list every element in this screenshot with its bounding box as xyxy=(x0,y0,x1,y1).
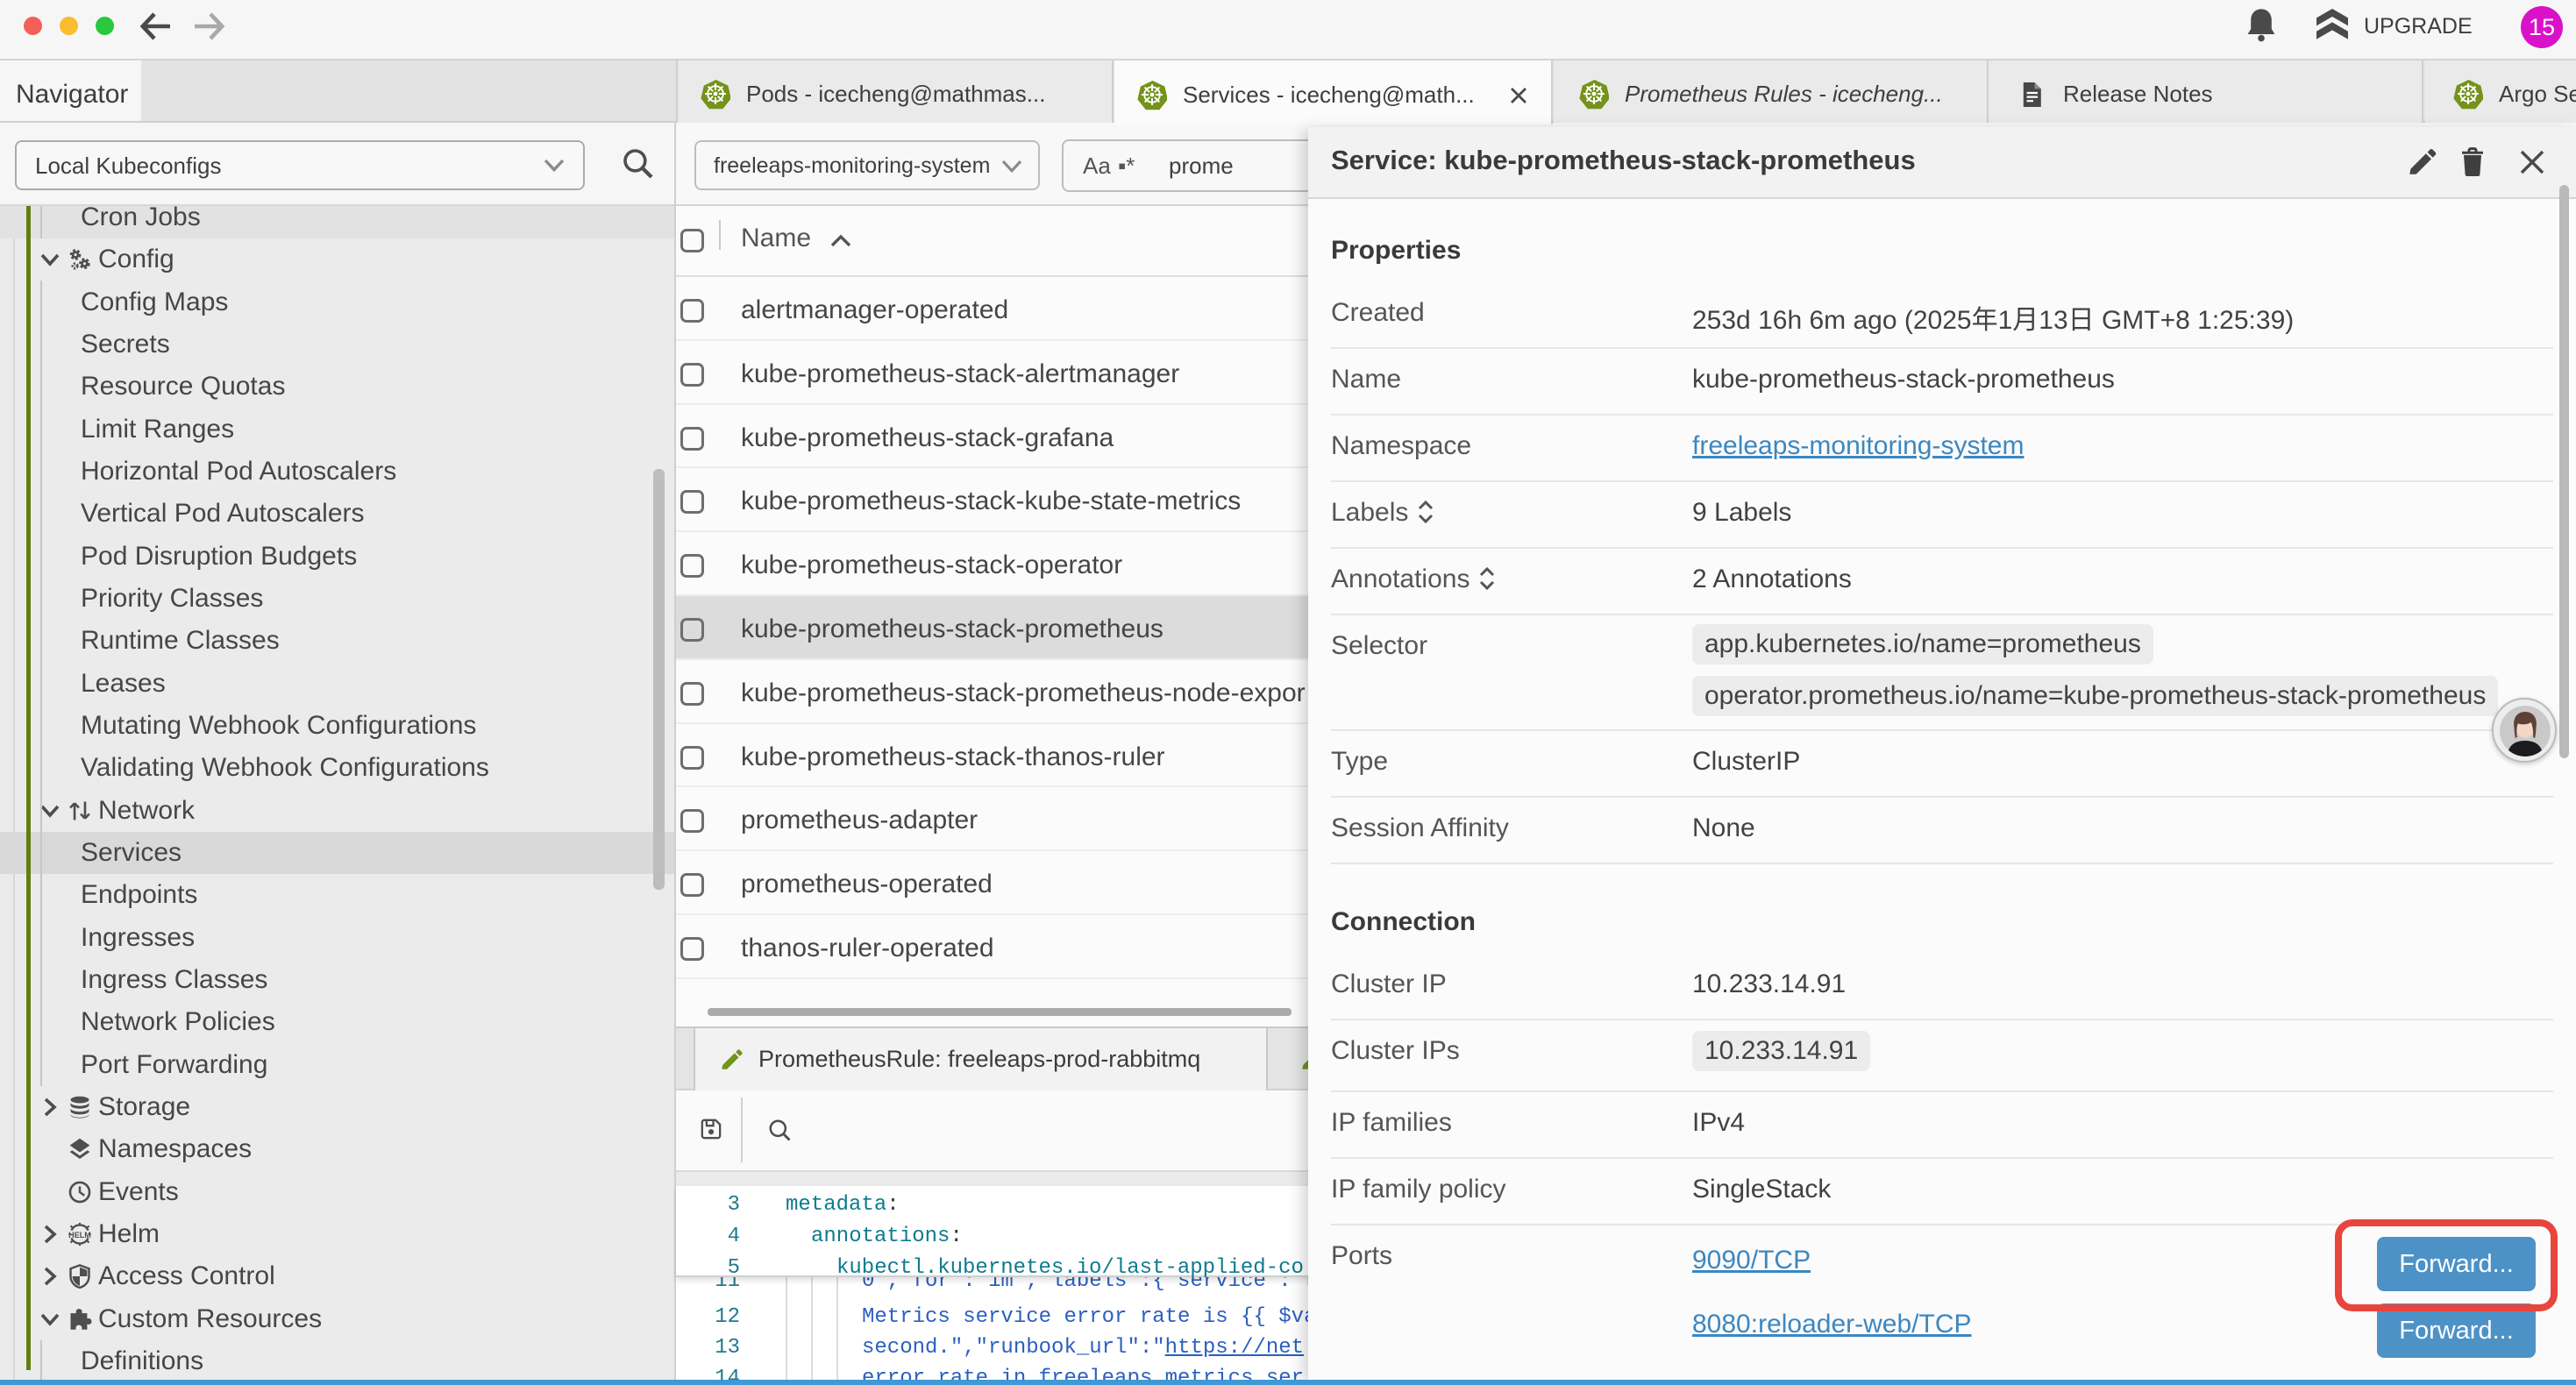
svg-text:HELM: HELM xyxy=(68,1231,91,1239)
